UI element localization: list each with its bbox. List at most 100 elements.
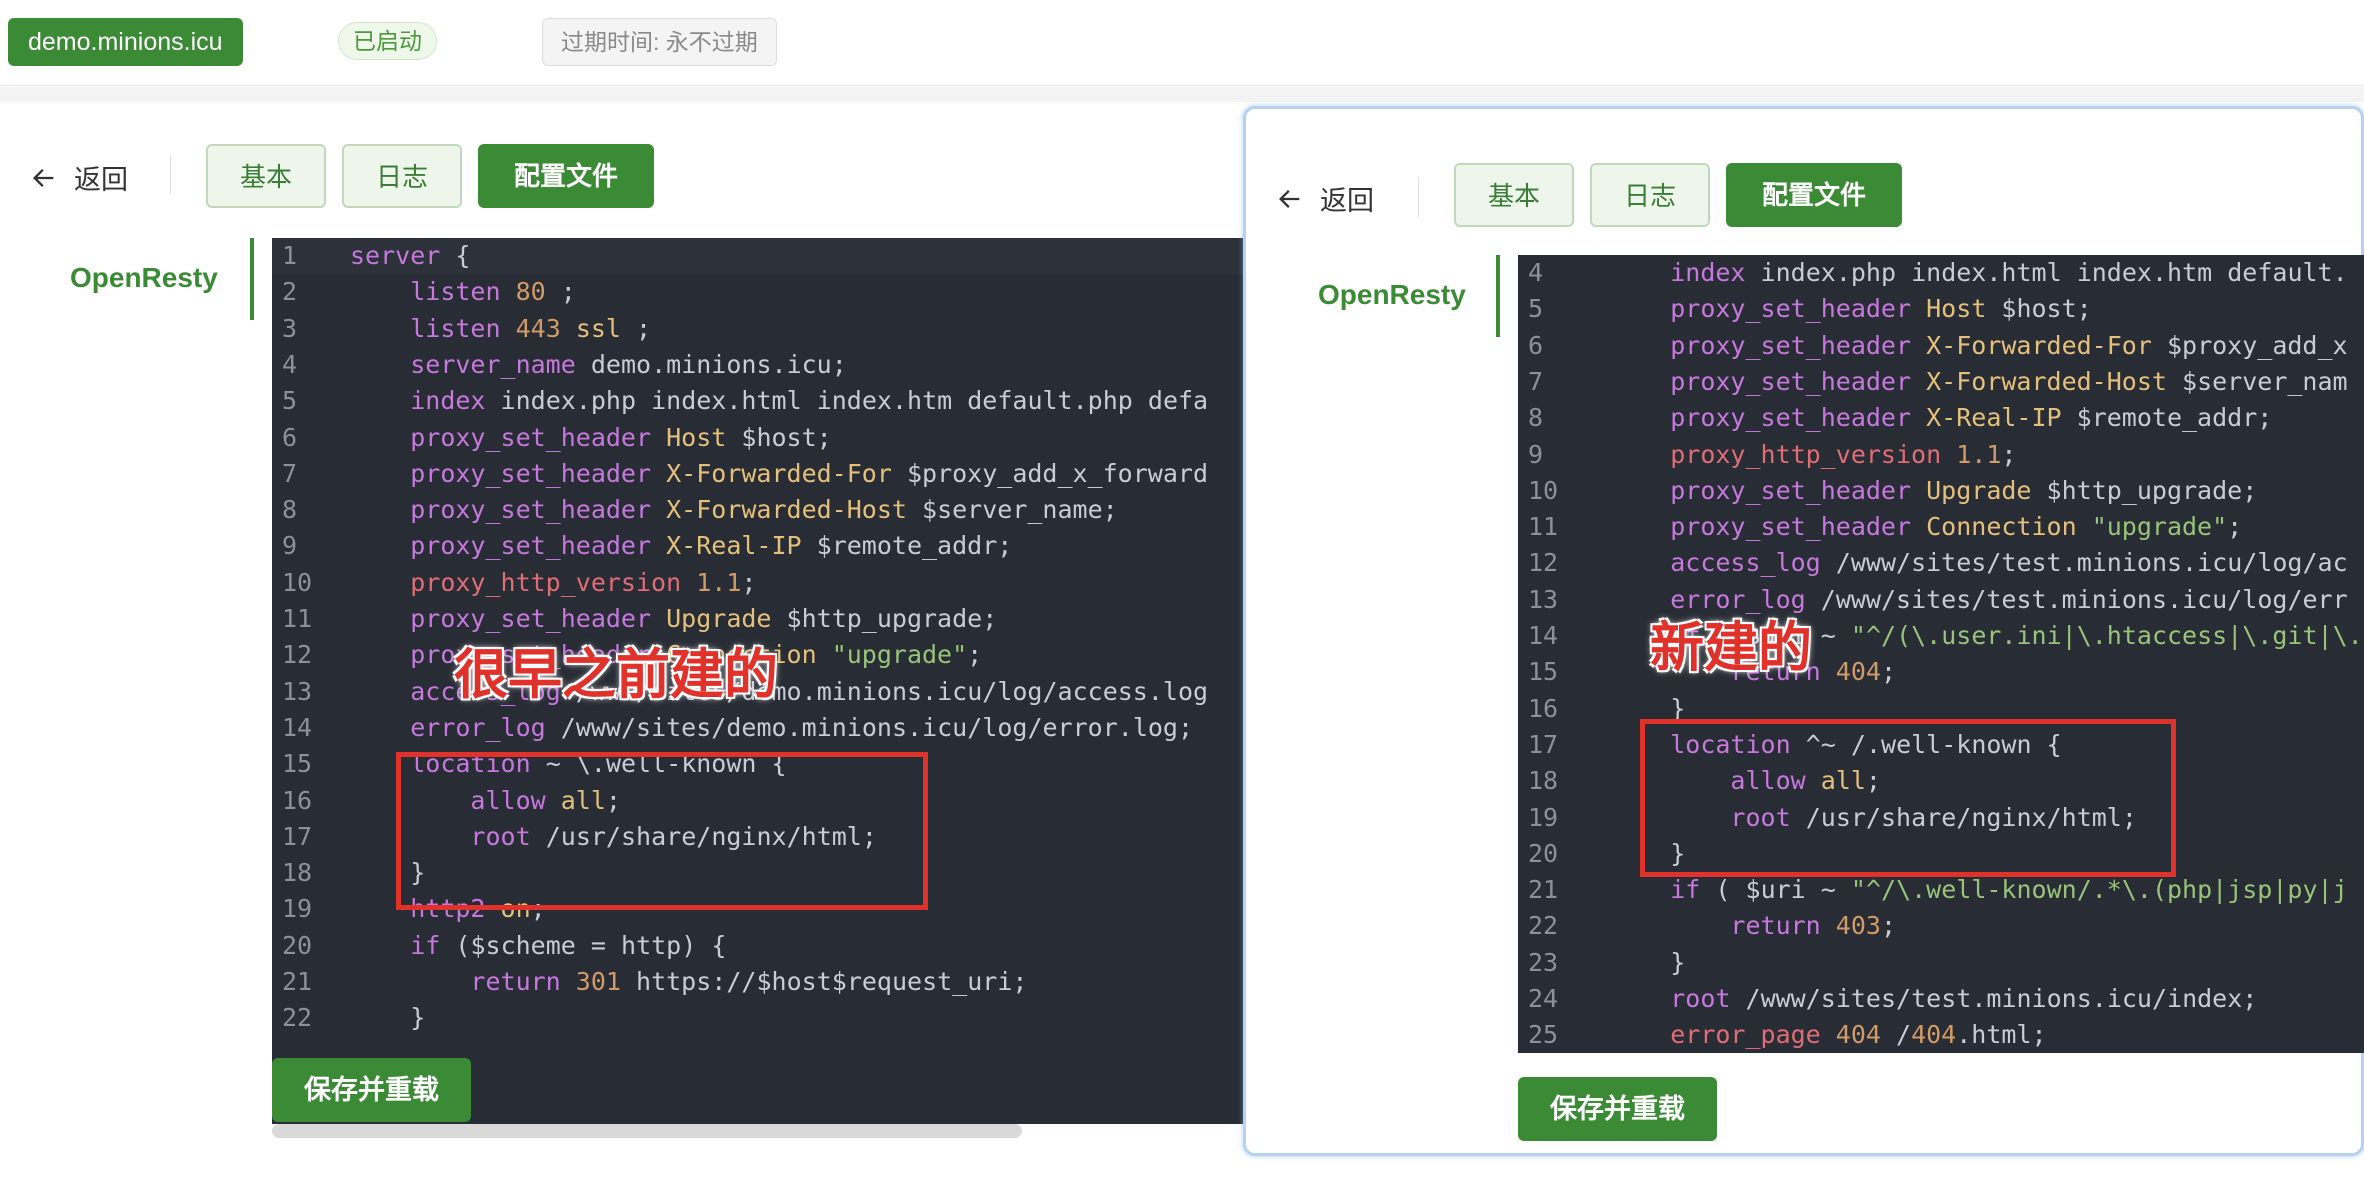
code-text: } [1670,947,1686,977]
line-number: 18 [282,858,313,888]
line-number: 9 [282,531,298,561]
code-line: 10 proxy_set_header Upgrade $http_upgrad… [1518,473,2364,509]
line-number: 20 [1528,838,1559,868]
line-number: 17 [282,821,313,851]
line-number: 19 [282,894,313,924]
sidebar-active-indicator [1496,255,1500,337]
tab-logs[interactable]: 日志 [1590,163,1710,227]
highlight-box [396,752,928,910]
domain-tag[interactable]: demo.minions.icu [8,18,243,66]
status-badge: 已启动 [338,22,437,60]
line-number: 21 [1528,875,1559,905]
back-label: 返回 [74,165,128,195]
code-line: 24 root /www/sites/test.minions.icu/inde… [1518,981,2364,1017]
code-text: access_log /www/sites/test.minions.icu/l… [1670,548,2348,578]
highlight-box [1640,719,2176,877]
line-number: 3 [282,313,298,343]
line-number: 16 [282,785,313,815]
code-line: 20 if ($scheme = http) { [272,928,1243,964]
code-line: 5 proxy_set_header Host $host; [1518,291,2364,327]
line-number: 16 [1528,693,1559,723]
line-number: 12 [1528,548,1559,578]
code-line: 5 index index.php index.html index.htm d… [272,383,1243,419]
right-panel: 返回 基本 日志 配置文件 OpenResty 4 index index.ph… [1243,106,2364,1156]
code-line: 25 error_page 404 /404.html; [1518,1017,2364,1053]
code-text: root /www/sites/test.minions.icu/index; [1670,984,2258,1013]
code-text: if ( $uri ~ "^/\.well-known/.*\.(php|jsp… [1670,875,2348,905]
divider [1418,177,1419,217]
code-text: proxy_set_header X-Forwarded-Host $serve… [1670,366,2348,396]
save-reload-button[interactable]: 保存并重载 [1518,1077,1717,1141]
tab-basic[interactable]: 基本 [1454,163,1574,227]
sidebar-item-openresty[interactable]: OpenResty [1318,279,1466,311]
back-button[interactable]: 返回 [1276,179,1374,218]
annotation-text: 很早之前建的 [454,643,778,706]
code-line: 10 proxy_http_version 1.1; [272,565,1243,601]
left-panel: 返回 基本 日志 配置文件 OpenResty 1 server {2 liste… [0,102,1243,1180]
arrow-left-icon [1279,189,1300,208]
line-number: 15 [282,749,313,779]
line-number: 2 [282,277,298,307]
code-text: proxy_set_header Host $host; [410,422,832,452]
code-line: 12 access_log /www/sites/test.minions.ic… [1518,545,2364,581]
code-line: 14 error_log /www/sites/demo.minions.icu… [272,710,1243,746]
line-number: 6 [282,422,298,452]
code-line: 13 error_log /www/sites/test.minions.icu… [1518,582,2364,618]
line-number: 11 [282,604,313,633]
line-number: 7 [282,458,298,488]
line-number: 4 [282,349,298,379]
save-reload-button[interactable]: 保存并重载 [272,1058,471,1122]
code-text: server_name demo.minions.icu; [410,349,847,379]
tab-config[interactable]: 配置文件 [478,144,654,208]
code-text: proxy_http_version 1.1; [1670,439,2017,469]
code-text: if ($scheme = http) { [410,930,727,960]
tab-config[interactable]: 配置文件 [1726,163,1902,227]
line-number: 8 [282,495,298,525]
tab-basic[interactable]: 基本 [206,144,326,208]
line-number: 24 [1528,984,1559,1013]
code-line: 6 proxy_set_header Host $host; [272,420,1243,456]
line-number: 22 [1528,911,1559,941]
code-text: proxy_set_header Upgrade $http_upgrade; [410,604,998,633]
line-number: 23 [1528,947,1559,977]
code-line: 9 proxy_http_version 1.1; [1518,437,2364,473]
line-number: 14 [1528,621,1559,650]
line-number: 8 [1528,403,1544,433]
line-number: 5 [1528,294,1544,324]
code-line: 7 proxy_set_header X-Forwarded-For $prox… [272,456,1243,492]
code-text: server { [350,241,471,270]
line-number: 25 [1528,1020,1559,1050]
code-text: error_page 404 /404.html; [1670,1020,2047,1050]
code-text: proxy_set_header X-Forwarded-For $proxy_… [1670,330,2348,360]
line-number: 19 [1528,802,1559,832]
code-text: proxy_http_version 1.1; [410,567,757,597]
code-line: 15 return 404; [1518,654,2364,690]
code-line: 3 listen 443 ssl ; [272,311,1243,347]
top-bar: demo.minions.icu 已启动 过期时间: 永不过期 [0,0,2364,86]
sidebar-item-openresty[interactable]: OpenResty [70,262,218,294]
line-number: 10 [282,567,313,597]
code-text: proxy_set_header Connection "upgrade"; [1670,512,2243,542]
code-text: return 403; [1730,911,1897,941]
code-line: 2 listen 80 ; [272,274,1243,310]
line-number: 12 [282,640,313,670]
code-text: proxy_set_header X-Real-IP $remote_addr; [1670,403,2273,433]
code-line: 8 proxy_set_header X-Real-IP $remote_add… [1518,400,2364,436]
tab-logs[interactable]: 日志 [342,144,462,208]
line-number: 11 [1528,512,1559,542]
code-line: 23 } [1518,945,2364,981]
line-number: 13 [282,676,313,706]
code-editor[interactable]: 4 index index.php index.html index.htm d… [1518,255,2364,1053]
editor-scrollbar[interactable] [272,1124,1022,1138]
code-text: proxy_set_header X-Real-IP $remote_addr; [410,531,1013,561]
divider [170,154,171,194]
code-line: 9 proxy_set_header X-Real-IP $remote_add… [272,528,1243,564]
code-text: error_log /www/sites/demo.minions.icu/lo… [410,712,1194,742]
code-line: 4 index index.php index.html index.htm d… [1518,255,2364,291]
line-number: 22 [282,1003,313,1033]
line-number: 15 [1528,657,1559,687]
code-text: proxy_set_header X-Forwarded-Host $serve… [410,495,1118,525]
line-number: 21 [282,967,313,996]
top-bar-divider [0,87,2364,102]
back-button[interactable]: 返回 [30,158,128,197]
